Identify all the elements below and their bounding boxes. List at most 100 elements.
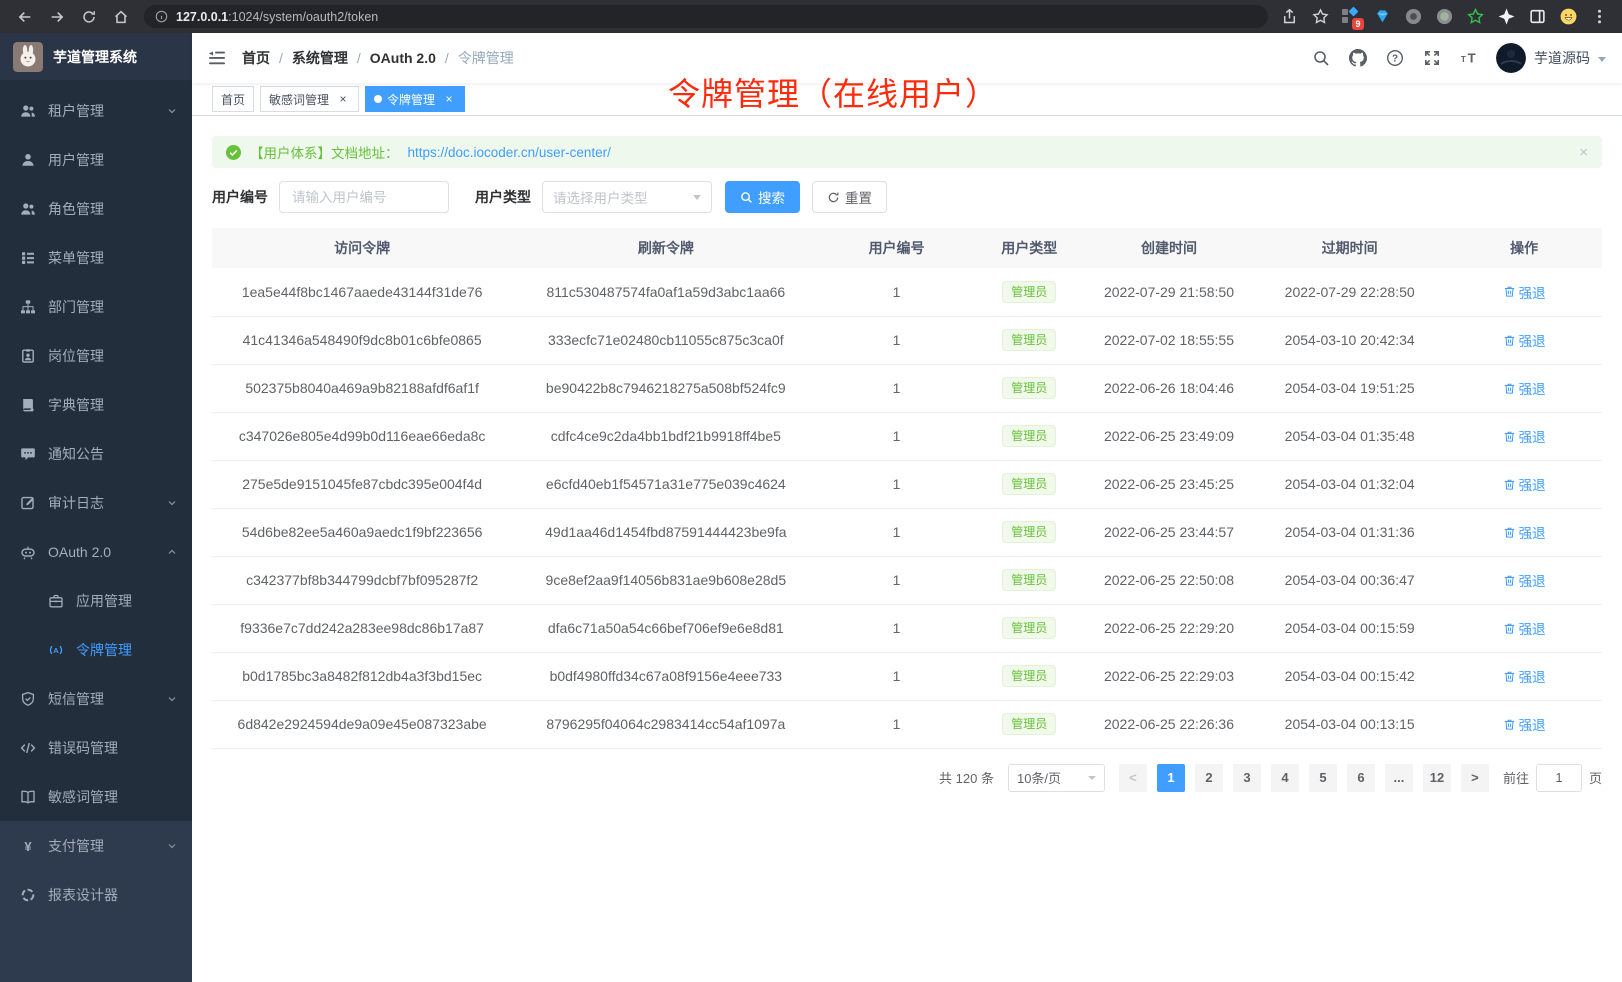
- sidebar-item-label: 应用管理: [76, 591, 178, 611]
- prev-page-button[interactable]: <: [1119, 764, 1147, 792]
- refresh-token-cell: 333ecfc71e02480cb11055c875c3ca0f: [512, 316, 819, 364]
- sidebar-item-report-designer[interactable]: 报表设计器: [0, 870, 192, 919]
- breadcrumb-item[interactable]: 首页: [242, 48, 270, 68]
- github-icon[interactable]: [1348, 48, 1368, 68]
- browser-menu-icon[interactable]: [1590, 8, 1608, 26]
- home-button[interactable]: [106, 4, 136, 30]
- created-time-cell: 2022-06-25 22:26:36: [1085, 700, 1253, 748]
- sparkle-extension-icon[interactable]: [1497, 8, 1515, 26]
- page-button-6[interactable]: 6: [1347, 764, 1375, 792]
- sidebar-item-user[interactable]: 用户管理: [0, 135, 192, 184]
- gem-extension-icon[interactable]: [1373, 8, 1391, 26]
- tab[interactable]: 令牌管理 ×: [365, 86, 465, 112]
- fullscreen-icon[interactable]: [1422, 48, 1442, 68]
- svg-text:T: T: [1461, 55, 1466, 64]
- sidebar-item-org-chart[interactable]: 部门管理: [0, 282, 192, 331]
- page-button-5[interactable]: 5: [1309, 764, 1337, 792]
- user-avatar: [1496, 43, 1526, 73]
- sidebar-item-announcement[interactable]: 通知公告: [0, 429, 192, 478]
- page-button-2[interactable]: 2: [1195, 764, 1223, 792]
- sidebar-item-tenant-users[interactable]: 租户管理: [0, 86, 192, 135]
- navbar-actions: ? TT 芋道源码: [1311, 43, 1622, 73]
- sidebar-item-post-badge[interactable]: 岗位管理: [0, 331, 192, 380]
- force-logout-link[interactable]: 强退: [1503, 426, 1546, 446]
- sidebar-item-error-code[interactable]: 错误码管理: [0, 723, 192, 772]
- user-type-tag: 管理员: [1002, 665, 1056, 687]
- action-cell: 强退: [1446, 652, 1602, 700]
- site-info-icon[interactable]: [155, 10, 168, 23]
- grey-circle-extension-icon[interactable]: [1404, 8, 1422, 26]
- sidebar-item-sensitive-word[interactable]: 敏感词管理: [0, 772, 192, 821]
- sidebar-item-payment-yen[interactable]: ¥ 支付管理: [0, 821, 192, 870]
- force-logout-link[interactable]: 强退: [1503, 474, 1546, 494]
- app-logo[interactable]: 芋道管理系统: [0, 33, 192, 80]
- tab-close-icon[interactable]: ×: [336, 92, 350, 106]
- force-logout-link[interactable]: 强退: [1503, 330, 1546, 350]
- search-icon[interactable]: [1311, 48, 1331, 68]
- force-logout-label: 强退: [1519, 330, 1546, 350]
- sidebar-item-roles[interactable]: 角色管理: [0, 184, 192, 233]
- reset-button[interactable]: 重置: [812, 181, 887, 213]
- url-bar[interactable]: 127.0.0.1:1024/system/oauth2/token: [144, 5, 1268, 28]
- extension-blocks-icon[interactable]: 9: [1342, 8, 1360, 26]
- bookmark-star-icon[interactable]: [1311, 8, 1329, 26]
- chevron-down-icon: [166, 693, 178, 705]
- breadcrumb-item[interactable]: OAuth 2.0: [370, 50, 436, 66]
- goto-page-input[interactable]: [1536, 764, 1582, 792]
- font-size-icon[interactable]: TT: [1459, 48, 1479, 68]
- trash-icon: [1503, 574, 1516, 587]
- action-cell: 强退: [1446, 508, 1602, 556]
- sidebar-item-menu-tree[interactable]: 菜单管理: [0, 233, 192, 282]
- alert-close-icon[interactable]: ×: [1579, 145, 1588, 160]
- page-button-1[interactable]: 1: [1157, 764, 1185, 792]
- action-cell: 强退: [1446, 700, 1602, 748]
- forward-button[interactable]: [42, 4, 72, 30]
- sidebar-item-dictionary[interactable]: 字典管理: [0, 380, 192, 429]
- sidebar-item-token-signal[interactable]: A 令牌管理: [0, 625, 192, 674]
- green-star-extension-icon[interactable]: [1466, 8, 1484, 26]
- doc-alert: 【用户体系】文档地址： https://doc.iocoder.cn/user-…: [212, 136, 1602, 168]
- url-text: 127.0.0.1:1024/system/oauth2/token: [176, 10, 378, 24]
- page-button-12[interactable]: 12: [1423, 764, 1451, 792]
- help-icon[interactable]: ?: [1385, 48, 1405, 68]
- search-button[interactable]: 搜索: [725, 181, 800, 213]
- dot-circle-extension-icon[interactable]: [1435, 8, 1453, 26]
- page-button-4[interactable]: 4: [1271, 764, 1299, 792]
- table-row: b0d1785bc3a8482f812db4a3f3bd15ec b0df498…: [212, 652, 1602, 700]
- created-time-cell: 2022-07-02 18:55:55: [1085, 316, 1253, 364]
- sidebar-item-sms-shield[interactable]: 短信管理: [0, 674, 192, 723]
- page-size-select[interactable]: 10条/页: [1008, 764, 1105, 792]
- user-menu[interactable]: 芋道源码: [1496, 43, 1606, 73]
- reload-button[interactable]: [74, 4, 104, 30]
- next-page-button[interactable]: >: [1461, 764, 1489, 792]
- user-id-input[interactable]: [279, 181, 449, 213]
- sidebar-item-oauth-robot[interactable]: OAuth 2.0: [0, 527, 192, 576]
- force-logout-link[interactable]: 强退: [1503, 282, 1546, 302]
- doc-link[interactable]: https://doc.iocoder.cn/user-center/: [408, 145, 611, 160]
- side-panel-icon[interactable]: [1528, 8, 1546, 26]
- force-logout-link[interactable]: 强退: [1503, 522, 1546, 542]
- success-check-icon: [226, 145, 241, 160]
- sidebar-item-app-briefcase[interactable]: 应用管理: [0, 576, 192, 625]
- refresh-token-cell: 811c530487574fa0af1a59d3abc1aa66: [512, 268, 819, 316]
- breadcrumb-item[interactable]: 系统管理: [292, 48, 348, 68]
- force-logout-link[interactable]: 强退: [1503, 378, 1546, 398]
- created-time-cell: 2022-06-25 23:45:25: [1085, 460, 1253, 508]
- tab[interactable]: 敏感词管理 ×: [260, 86, 359, 112]
- back-button[interactable]: [10, 4, 40, 30]
- sidebar-item-audit-log[interactable]: 审计日志: [0, 478, 192, 527]
- more-pages-button[interactable]: ...: [1385, 764, 1413, 792]
- user-type-tag: 管理员: [1002, 713, 1056, 735]
- force-logout-link[interactable]: 强退: [1503, 618, 1546, 638]
- tab[interactable]: 首页: [212, 86, 254, 112]
- page-button-3[interactable]: 3: [1233, 764, 1261, 792]
- sidebar-collapse-icon[interactable]: [192, 33, 242, 83]
- tab-close-icon[interactable]: ×: [442, 92, 456, 106]
- user-type-select[interactable]: 请选择用户类型: [542, 181, 712, 213]
- force-logout-link[interactable]: 强退: [1503, 666, 1546, 686]
- share-icon[interactable]: [1280, 8, 1298, 26]
- profile-avatar[interactable]: [1559, 8, 1577, 26]
- breadcrumb-separator: /: [357, 50, 361, 66]
- force-logout-link[interactable]: 强退: [1503, 570, 1546, 590]
- force-logout-link[interactable]: 强退: [1503, 714, 1546, 734]
